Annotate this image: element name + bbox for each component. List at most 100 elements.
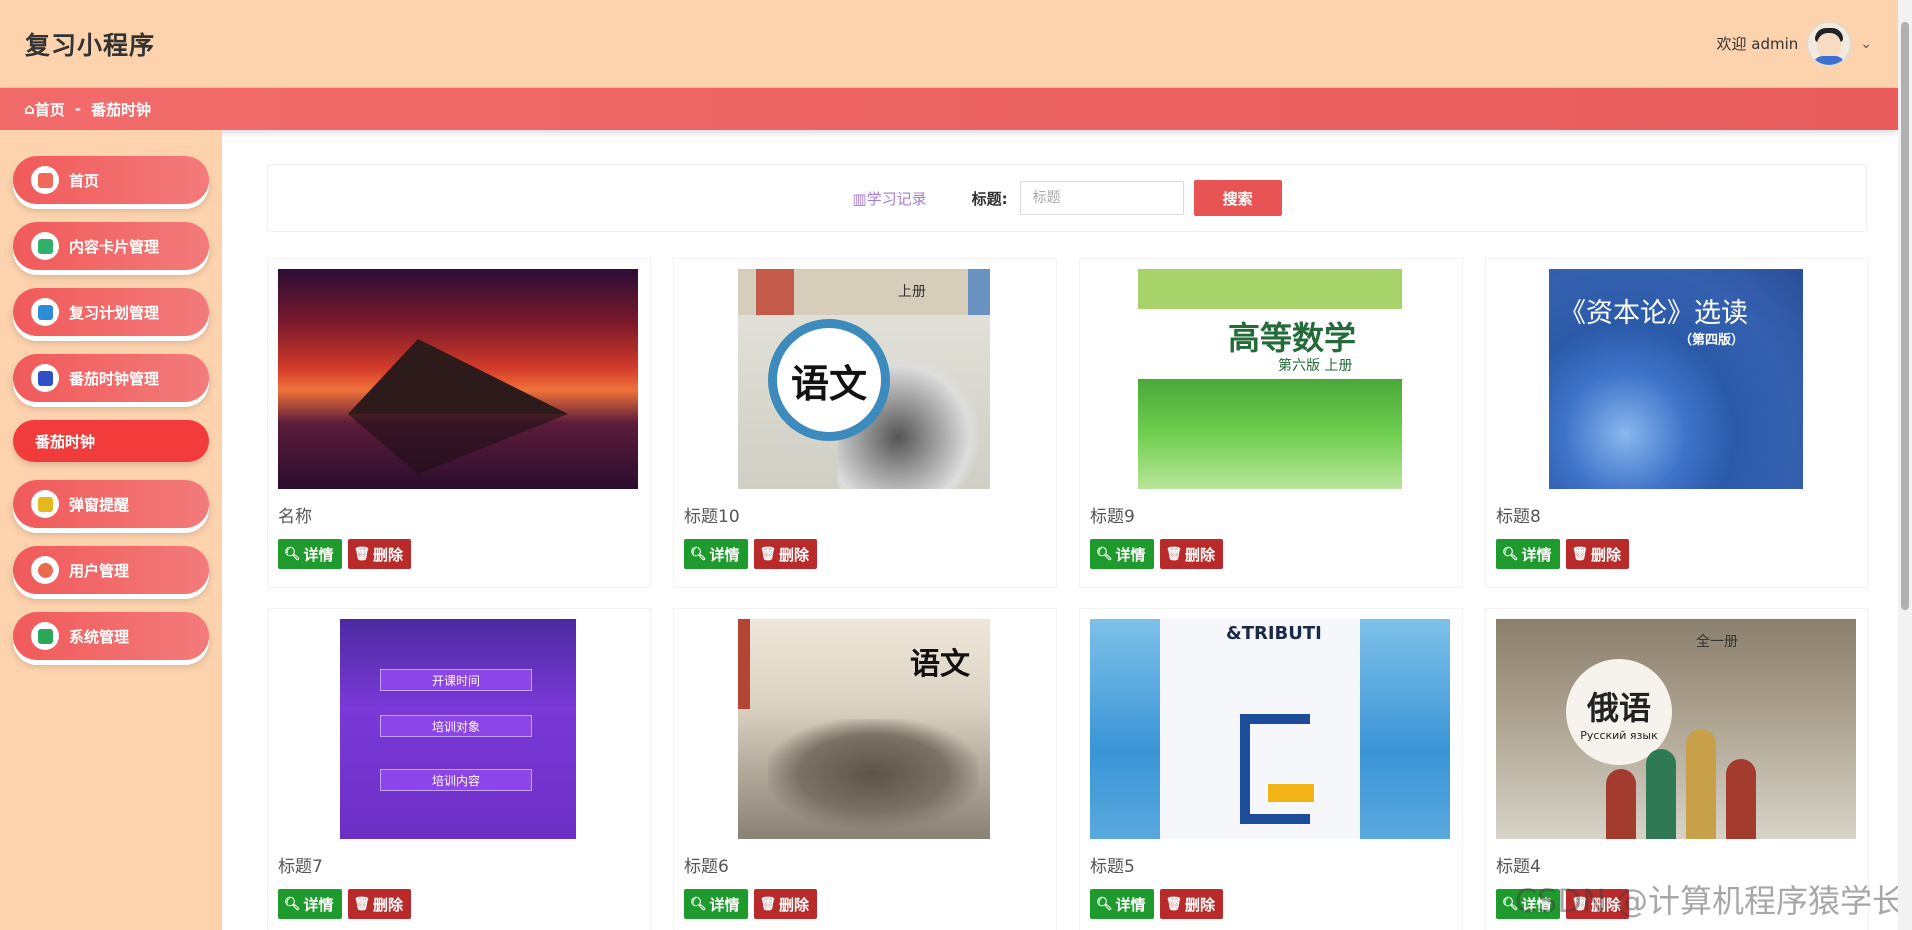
card-image[interactable]: 开课时间 培训对象 培训内容 <box>278 619 638 839</box>
search-button[interactable]: 搜索 <box>1193 180 1282 216</box>
delete-label: 删除 <box>1185 545 1216 564</box>
detail-button[interactable]: 🔍︎ 详情 <box>278 889 342 919</box>
system-icon <box>31 622 59 650</box>
detail-label: 详情 <box>1115 895 1146 914</box>
card-actions: 🔍︎ 详情 🗑︎ 删除 <box>278 539 412 569</box>
card-title: 标题7 <box>278 857 323 877</box>
cover-e-shape <box>1240 714 1310 824</box>
cover-text: 《资本论》选读 <box>1559 298 1748 329</box>
delete-button[interactable]: 🗑︎ 删除 <box>1159 889 1224 919</box>
sidebar-item-label: 系统管理 <box>69 627 130 646</box>
card-actions: 🔍︎ 详情 🗑︎ 删除 <box>684 539 818 569</box>
card[interactable]: 语文 上册 标题10 🔍︎ 详情 🗑︎ 删除 <box>673 258 1057 588</box>
trash-icon: 🗑︎ <box>353 546 371 562</box>
home-icon[interactable]: ⌂ <box>24 100 35 118</box>
detail-button[interactable]: 🔍︎ 详情 <box>1090 539 1154 569</box>
cover-blue-book: &TRIBUTI <box>1090 619 1450 839</box>
clock-icon <box>31 364 59 392</box>
chevron-down-icon[interactable]: ⌄ <box>1860 36 1872 52</box>
cover-red-strip <box>738 619 750 709</box>
card[interactable]: 语文 标题6 🔍︎ 详情 🗑︎ 删除 <box>673 608 1057 930</box>
sidebar-item-review-plan[interactable]: 复习计划管理 <box>13 288 209 336</box>
sidebar-item-home[interactable]: 首页 <box>13 156 209 204</box>
cover-volume: 上册 <box>898 284 926 300</box>
poster-bar: 培训内容 <box>380 769 532 791</box>
card-actions: 🔍︎ 详情 🗑︎ 删除 <box>278 889 412 919</box>
cover-training-poster: 开课时间 培训对象 培训内容 <box>340 619 576 839</box>
sidebar-item-content-cards[interactable]: 内容卡片管理 <box>13 222 209 270</box>
card-image[interactable]: 全一册 俄语 Русский язык <box>1496 619 1856 839</box>
card-title: 标题9 <box>1090 507 1135 527</box>
card-icon <box>31 232 59 260</box>
delete-button[interactable]: 🗑︎ 删除 <box>753 539 818 569</box>
detail-label: 详情 <box>709 545 740 564</box>
delete-button[interactable]: 🗑︎ 删除 <box>753 889 818 919</box>
delete-button[interactable]: 🗑︎ 删除 <box>1565 539 1630 569</box>
avatar-face <box>1817 32 1842 59</box>
cover-chinese-book: 语文 上册 <box>738 269 990 489</box>
trash-icon: 🗑︎ <box>1165 546 1183 562</box>
delete-label: 删除 <box>779 545 810 564</box>
detail-label: 详情 <box>303 895 334 914</box>
mountain-reflection <box>348 414 568 474</box>
tab-study-records[interactable]: ▥学习记录 <box>852 188 926 209</box>
delete-button[interactable]: 🗑︎ 删除 <box>347 889 412 919</box>
trash-icon: 🗑︎ <box>759 896 777 912</box>
search-icon: 🔍︎ <box>690 546 707 562</box>
detail-label: 详情 <box>1115 545 1146 564</box>
breadcrumb-home[interactable]: 首页 <box>35 99 65 120</box>
card-image[interactable]: 高等数学 第六版 上册 <box>1090 269 1450 489</box>
card-title: 标题8 <box>1496 507 1541 527</box>
cover-top <box>1138 269 1402 309</box>
card-image[interactable]: 《资本论》选读 （第四版） <box>1496 269 1856 489</box>
cover-text: &TRIBUTI <box>1226 623 1322 644</box>
detail-button[interactable]: 🔍︎ 详情 <box>684 539 748 569</box>
card-image[interactable]: &TRIBUTI <box>1090 619 1450 839</box>
scrollbar[interactable] <box>1898 0 1912 930</box>
delete-button[interactable]: 🗑︎ 删除 <box>1159 539 1224 569</box>
detail-button[interactable]: 🔍︎ 详情 <box>278 539 342 569</box>
card[interactable]: 开课时间 培训对象 培训内容 标题7 🔍︎ 详情 🗑︎ 删除 <box>267 608 651 930</box>
card-image[interactable]: 语文 <box>684 619 1044 839</box>
user-menu[interactable]: 欢迎 admin ⌄ <box>1716 20 1872 67</box>
avatar[interactable] <box>1806 20 1853 67</box>
scrollbar-thumb[interactable] <box>1901 22 1909 610</box>
cover-subtext: Русский язык <box>1580 728 1658 742</box>
search-icon: 🔍︎ <box>690 896 707 912</box>
sidebar-item-label: 弹窗提醒 <box>69 495 130 514</box>
title-search-input[interactable] <box>1019 181 1184 215</box>
sidebar-item-pomodoro[interactable]: 番茄时钟 <box>13 420 209 462</box>
top-header: 复习小程序 欢迎 admin ⌄ <box>0 0 1898 88</box>
watermark: CSDN @计算机程序猿学长 <box>1514 882 1904 920</box>
cover-circle: 语文 <box>768 319 890 441</box>
card-image[interactable] <box>278 269 638 489</box>
card[interactable]: 高等数学 第六版 上册 标题9 🔍︎ 详情 🗑︎ 删除 <box>1079 258 1463 588</box>
card[interactable]: 《资本论》选读 （第四版） 标题8 🔍︎ 详情 🗑︎ 删除 <box>1485 258 1869 588</box>
sidebar-item-pomodoro-admin[interactable]: 番茄时钟管理 <box>13 354 209 402</box>
delete-button[interactable]: 🗑︎ 删除 <box>347 539 412 569</box>
sidebar-item-system[interactable]: 系统管理 <box>13 612 209 660</box>
detail-button[interactable]: 🔍︎ 详情 <box>1090 889 1154 919</box>
card[interactable]: 名称 🔍︎ 详情 🗑︎ 删除 <box>267 258 651 588</box>
cover-text: 俄语 <box>1586 688 1651 727</box>
trash-icon: 🗑︎ <box>1165 896 1183 912</box>
delete-label: 删除 <box>373 545 404 564</box>
main-content: ▥学习记录 标题: 搜索 名称 🔍︎详情 🗑︎删除 <box>222 130 1898 930</box>
card-actions: 🔍︎ 详情 🗑︎ 删除 <box>1090 539 1224 569</box>
sidebar-item-popup-reminder[interactable]: 弹窗提醒 <box>13 480 209 528</box>
detail-label: 详情 <box>1521 545 1552 564</box>
detail-button[interactable]: 🔍︎ 详情 <box>1496 539 1560 569</box>
breadcrumb-current: 番茄时钟 <box>91 100 152 119</box>
sidebar-item-label: 番茄时钟 <box>35 432 96 451</box>
detail-button[interactable]: 🔍︎ 详情 <box>684 889 748 919</box>
card-actions: 🔍︎ 详情 🗑︎ 删除 <box>1496 539 1630 569</box>
cover-volume: 全一册 <box>1696 634 1738 650</box>
cover-yellow-shape <box>1268 784 1314 802</box>
sidebar-item-label: 番茄时钟管理 <box>69 369 160 388</box>
sidebar-item-users[interactable]: 用户管理 <box>13 546 209 594</box>
trash-icon: 🗑︎ <box>353 896 371 912</box>
poster-bar: 开课时间 <box>380 669 532 691</box>
card[interactable]: &TRIBUTI 标题5 🔍︎ 详情 🗑︎ 删除 <box>1079 608 1463 930</box>
cover-subtext: （第四版） <box>1679 333 1745 348</box>
card-image[interactable]: 语文 上册 <box>684 269 1044 489</box>
